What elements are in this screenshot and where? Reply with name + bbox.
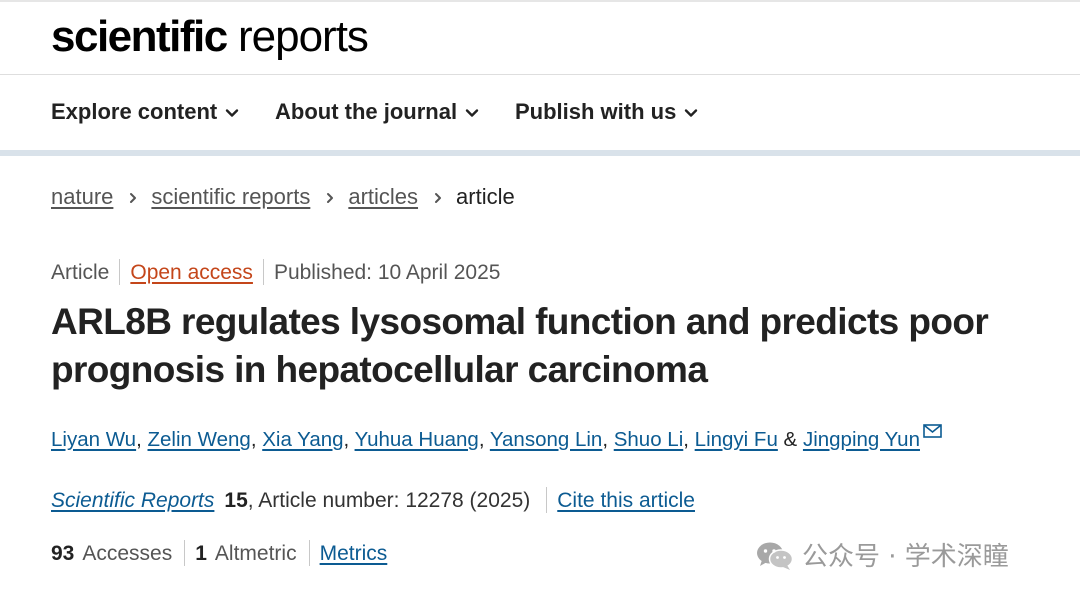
journal-logo[interactable]: scientific reports (51, 12, 369, 61)
nav-about-journal[interactable]: About the journal (275, 97, 479, 127)
article-title: ARL8B regulates lysosomal function and p… (51, 301, 989, 390)
nav-explore-content[interactable]: Explore content (51, 97, 239, 127)
altmetric-count: 1 (195, 542, 207, 565)
divider (262, 259, 264, 285)
article-metrics: 93 Accesses 1 Altmetric Metrics (51, 539, 387, 569)
author-separator: , (683, 428, 695, 451)
author-conjunction: & (777, 428, 803, 451)
main-nav: Explore content About the journal Publis… (0, 75, 1080, 151)
citation-line: Scientific Reports 15, Article number: 12… (51, 486, 695, 516)
author-link[interactable]: Xia Yang (262, 428, 343, 451)
nav-publish-with-us[interactable]: Publish with us (515, 97, 698, 127)
author-link[interactable]: Yansong Lin (490, 428, 602, 451)
watermark: 公众号 · 学术深瞳 (756, 540, 1009, 574)
mail-icon[interactable] (923, 424, 942, 438)
watermark-text: 公众号 · 学术深瞳 (802, 542, 1009, 572)
chevron-down-icon (465, 109, 479, 117)
author-link[interactable]: Shuo Li (614, 428, 684, 451)
nav-label: Publish with us (515, 99, 677, 124)
author-link[interactable]: Lingyi Fu (695, 428, 778, 451)
published-date: Published: 10 April 2025 (273, 261, 501, 284)
divider (308, 540, 310, 566)
logo-light-text: reports (226, 12, 369, 61)
author-list: Liyan Wu, Zelin Weng, Xia Yang, Yuhua Hu… (51, 424, 942, 455)
chevron-right-icon (435, 193, 442, 203)
author-separator: , (602, 428, 614, 451)
breadcrumb: nature scientific reports articles article (51, 182, 515, 212)
nav-label: Explore content (51, 99, 218, 124)
author-link[interactable]: Liyan Wu (51, 428, 136, 451)
altmetric-label: Altmetric (214, 542, 297, 565)
logo-bold-text: scientific (51, 12, 228, 61)
author-separator: , (478, 428, 490, 451)
author-link[interactable]: Yuhua Huang (355, 428, 479, 451)
author-separator: , (343, 428, 355, 451)
masthead: scientific reports (0, 2, 1080, 75)
article-number: , Article number: 12278 (2025) (247, 489, 531, 512)
article-type: Article (51, 261, 110, 284)
nav-label: About the journal (275, 99, 458, 124)
wechat-icon (757, 542, 794, 570)
cite-this-article-link[interactable]: Cite this article (557, 489, 695, 512)
breadcrumb-current: article (456, 184, 515, 209)
breadcrumb-articles[interactable]: articles (348, 184, 418, 209)
volume: 15 (224, 489, 248, 512)
nav-divider (0, 150, 1080, 156)
author-separator: , (136, 428, 148, 451)
journal-link[interactable]: Scientific Reports (51, 489, 214, 512)
divider (119, 259, 121, 285)
corresponding-author-link[interactable]: Jingping Yun (803, 428, 920, 451)
metrics-link[interactable]: Metrics (320, 542, 388, 565)
article-meta: Article Open access Published: 10 April 20… (51, 258, 500, 288)
chevron-down-icon (226, 109, 239, 117)
divider (184, 540, 186, 566)
author-separator: , (250, 428, 263, 451)
accesses-count: 93 (51, 542, 75, 565)
divider (546, 487, 548, 513)
open-access-link[interactable]: Open access (130, 261, 253, 284)
breadcrumb-scientific-reports[interactable]: scientific reports (151, 184, 310, 209)
chevron-down-icon (685, 109, 698, 117)
chevron-right-icon (130, 193, 137, 203)
chevron-right-icon (327, 193, 334, 203)
accesses-label: Accesses (82, 542, 173, 565)
author-link[interactable]: Zelin Weng (148, 428, 251, 451)
breadcrumb-nature[interactable]: nature (51, 184, 113, 209)
